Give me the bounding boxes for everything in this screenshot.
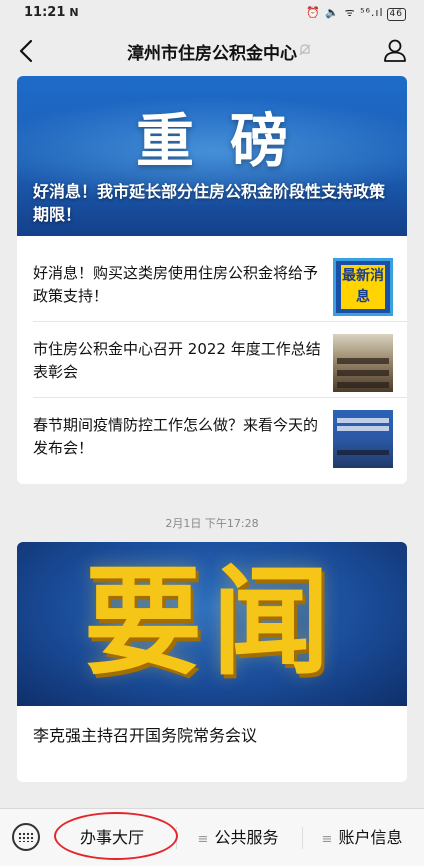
- status-icons-text: ⏰ 🔈 ᯤ ⁵⁶.ıl: [306, 6, 384, 19]
- featured-article-title: 李克强主持召开国务院常务会议: [33, 726, 258, 745]
- article-card[interactable]: 要闻 李克强主持召开国务院常务会议: [17, 542, 407, 782]
- thumbnail-detail: [337, 418, 389, 423]
- menu-item-label: 账户信息: [338, 828, 403, 847]
- list-item-title: 春节期间疫情防控工作怎么做？来看今天的发布会！: [33, 416, 319, 457]
- notification-muted-icon: [299, 44, 311, 56]
- thumbnail-detail: [337, 358, 389, 364]
- nfc-icon: N: [69, 6, 79, 19]
- thumbnail-detail: [337, 450, 389, 455]
- menu-item-account-info[interactable]: ≡ 账户信息: [302, 809, 422, 866]
- menu-item-label: 公共服务: [214, 828, 279, 847]
- divider: [33, 397, 407, 398]
- list-item[interactable]: 春节期间疫情防控工作怎么做？来看今天的发布会！: [17, 400, 407, 474]
- divider: [33, 321, 407, 322]
- featured-article-banner: 要闻: [17, 542, 407, 706]
- featured-article-title: 好消息！我市延长部分住房公积金阶段性支持政策期限！: [33, 182, 386, 224]
- thumbnail: [333, 410, 393, 468]
- thumbnail-detail: [337, 382, 389, 388]
- list-item-title: 好消息！购买这类房使用住房公积金将给予政策支持！: [33, 264, 319, 305]
- profile-icon[interactable]: [382, 37, 408, 63]
- status-time: 11:21 N: [24, 5, 79, 20]
- thumbnail: [333, 334, 393, 392]
- status-time-text: 11:21: [24, 5, 66, 20]
- menu-item-public-services[interactable]: ≡ 公共服务: [176, 809, 300, 866]
- nav-bar: 漳州市住房公积金中心: [0, 26, 424, 78]
- thumbnail-detail: [337, 426, 389, 431]
- keyboard-dots: [18, 832, 34, 842]
- banner-heading: 重磅: [135, 107, 324, 175]
- menu-item-label: 办事大厅: [79, 828, 144, 847]
- battery-icon: 46: [386, 8, 406, 21]
- menu-icon: ≡: [197, 832, 209, 847]
- thumbnail-detail: [337, 370, 389, 376]
- list-item-title: 市住房公积金中心召开 2022 年度工作总结表彰会: [33, 340, 321, 381]
- article-card: 重磅 好消息！我市延长部分住房公积金阶段性支持政策期限！ 好消息！购买这类房使用…: [17, 76, 407, 484]
- thumbnail-label: 最新消息: [341, 265, 385, 309]
- bottom-menu: 办事大厅 ≡ 公共服务 ≡ 账户信息: [0, 808, 424, 866]
- page-title: 漳州市住房公积金中心: [127, 44, 297, 64]
- keyboard-icon[interactable]: [12, 823, 40, 851]
- list-item[interactable]: 市住房公积金中心召开 2022 年度工作总结表彰会: [17, 324, 407, 398]
- message-timestamp: 2月1日 下午17:28: [165, 517, 259, 530]
- list-item[interactable]: 好消息！购买这类房使用住房公积金将给予政策支持！ 最新消息: [17, 248, 407, 322]
- status-bar: 11:21 N ⏰ 🔈 ᯤ ⁵⁶.ıl 46: [0, 0, 424, 26]
- banner-heading: 要闻: [83, 553, 340, 691]
- menu-item-service-hall[interactable]: 办事大厅: [50, 809, 174, 866]
- menu-icon: ≡: [321, 832, 333, 847]
- status-icons: ⏰ 🔈 ᯤ ⁵⁶.ıl 46: [306, 5, 406, 21]
- featured-article[interactable]: 重磅 好消息！我市延长部分住房公积金阶段性支持政策期限！: [17, 76, 407, 236]
- thumbnail: 最新消息: [333, 258, 393, 316]
